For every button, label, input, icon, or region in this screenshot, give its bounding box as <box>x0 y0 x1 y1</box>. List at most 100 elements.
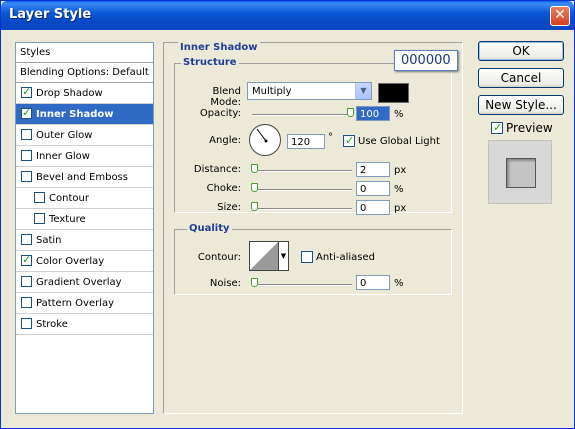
cancel-button[interactable]: Cancel <box>478 68 564 88</box>
anti-aliased-checkbox[interactable] <box>301 251 313 263</box>
styles-header[interactable]: Styles <box>16 43 153 63</box>
contour-curve-icon <box>250 242 278 270</box>
style-checkbox[interactable] <box>21 171 32 182</box>
style-item-contour[interactable]: Contour <box>16 188 153 209</box>
opacity-unit: % <box>394 109 404 120</box>
noise-label: Noise: <box>209 278 241 289</box>
choke-input[interactable]: 0 <box>356 181 390 196</box>
dialog-client-area: Styles Blending Options: Default Drop Sh… <box>4 30 571 426</box>
style-item-label: Outer Glow <box>36 130 93 141</box>
contour-picker[interactable] <box>249 241 279 271</box>
style-item-bevel-and-emboss[interactable]: Bevel and Emboss <box>16 167 153 188</box>
style-checkbox[interactable] <box>21 318 32 329</box>
size-slider-thumb[interactable] <box>251 202 258 211</box>
choke-slider-thumb[interactable] <box>251 183 258 192</box>
distance-slider-thumb[interactable] <box>251 164 258 173</box>
structure-group: Structure Blend Mode: Multiply ▼ Opacity… <box>174 57 452 215</box>
quality-title: Quality <box>187 223 232 234</box>
style-item-inner-glow[interactable]: Inner Glow <box>16 146 153 167</box>
contour-label: Contour: <box>197 252 241 263</box>
style-item-label: Bevel and Emboss <box>36 172 128 183</box>
blend-mode-value: Multiply <box>252 86 292 97</box>
style-item-texture[interactable]: Texture <box>16 209 153 230</box>
title-bar[interactable]: Layer Style ✕ <box>1 1 574 30</box>
contour-dropdown-arrow[interactable]: ▼ <box>279 241 289 271</box>
style-item-outer-glow[interactable]: Outer Glow <box>16 125 153 146</box>
style-checkbox[interactable] <box>34 213 45 224</box>
distance-unit: px <box>394 165 407 176</box>
style-checkbox[interactable] <box>21 297 32 308</box>
size-input[interactable]: 0 <box>356 200 390 215</box>
window-title: Layer Style <box>9 7 92 22</box>
opacity-slider-track[interactable] <box>252 114 352 116</box>
chevron-down-icon[interactable]: ▼ <box>355 83 371 99</box>
style-item-stroke[interactable]: Stroke <box>16 314 153 335</box>
style-checkbox[interactable] <box>34 192 45 203</box>
style-item-pattern-overlay[interactable]: Pattern Overlay <box>16 293 153 314</box>
style-checkbox[interactable] <box>21 106 32 119</box>
color-tooltip: 000000 <box>394 50 458 71</box>
style-item-satin[interactable]: Satin <box>16 230 153 251</box>
size-unit: px <box>394 203 407 214</box>
use-global-light-checkbox[interactable] <box>343 134 355 147</box>
noise-slider-thumb[interactable] <box>251 278 258 287</box>
style-preview <box>488 140 552 204</box>
structure-title: Structure <box>181 57 239 68</box>
preview-label: Preview <box>506 121 553 135</box>
close-button[interactable]: ✕ <box>550 6 570 26</box>
size-slider-track[interactable] <box>252 208 352 210</box>
angle-label: Angle: <box>209 135 241 146</box>
angle-dial-needle <box>256 128 268 143</box>
distance-label: Distance: <box>193 164 241 175</box>
style-item-inner-shadow[interactable]: Inner Shadow <box>16 104 153 125</box>
shadow-color-swatch[interactable] <box>378 83 409 103</box>
new-style-button[interactable]: New Style... <box>478 95 564 115</box>
style-item-drop-shadow[interactable]: Drop Shadow <box>16 83 153 104</box>
style-item-label: Color Overlay <box>36 256 105 267</box>
style-checkbox[interactable] <box>21 253 32 266</box>
close-icon: ✕ <box>554 7 566 23</box>
opacity-input[interactable]: 100 <box>356 106 390 121</box>
style-item-label: Texture <box>49 214 86 225</box>
preview-thumbnail <box>506 158 536 188</box>
style-item-label: Gradient Overlay <box>36 277 122 288</box>
ok-button[interactable]: OK <box>478 41 564 61</box>
angle-dial[interactable] <box>249 124 281 156</box>
preview-checkbox[interactable] <box>491 121 503 134</box>
distance-slider-track[interactable] <box>252 170 352 172</box>
angle-unit: ° <box>328 132 333 143</box>
blend-mode-select[interactable]: Multiply ▼ <box>247 82 372 100</box>
noise-slider-track[interactable] <box>252 284 352 286</box>
use-global-light-label: Use Global Light <box>358 136 440 147</box>
style-item-label: Drop Shadow <box>36 88 103 99</box>
anti-aliased-label: Anti-aliased <box>316 252 376 263</box>
inner-shadow-panel: Inner Shadow Structure Blend Mode: Multi… <box>163 42 463 414</box>
style-item-color-overlay[interactable]: Color Overlay <box>16 251 153 272</box>
choke-unit: % <box>394 184 404 195</box>
style-checkbox[interactable] <box>21 234 32 245</box>
opacity-slider-thumb[interactable] <box>347 108 354 117</box>
style-item-label: Stroke <box>36 319 68 330</box>
angle-input[interactable]: 120 <box>287 134 325 149</box>
inner-shadow-title: Inner Shadow <box>178 42 260 53</box>
blend-mode-label: Blend Mode: <box>210 86 241 108</box>
style-checkbox[interactable] <box>21 129 32 140</box>
noise-unit: % <box>394 278 404 289</box>
choke-slider-track[interactable] <box>252 189 352 191</box>
quality-group: Quality Contour: ▼ Anti-aliased Noise: 0… <box>174 223 452 295</box>
blending-options-default[interactable]: Blending Options: Default <box>16 63 153 83</box>
distance-input[interactable]: 2 <box>356 162 390 177</box>
opacity-label: Opacity: <box>199 108 241 119</box>
style-checkbox[interactable] <box>21 276 32 287</box>
style-item-gradient-overlay[interactable]: Gradient Overlay <box>16 272 153 293</box>
style-item-label: Contour <box>49 193 89 204</box>
style-item-label: Inner Glow <box>36 151 90 162</box>
noise-input[interactable]: 0 <box>356 275 390 290</box>
style-checkbox[interactable] <box>21 85 32 98</box>
style-checkbox[interactable] <box>21 150 32 161</box>
style-item-label: Satin <box>36 235 62 246</box>
layer-style-dialog: Layer Style ✕ Styles Blending Options: D… <box>0 0 575 429</box>
style-item-label: Inner Shadow <box>36 109 114 120</box>
styles-list: Styles Blending Options: Default Drop Sh… <box>15 42 154 414</box>
chevron-down-icon: ▼ <box>280 252 287 260</box>
